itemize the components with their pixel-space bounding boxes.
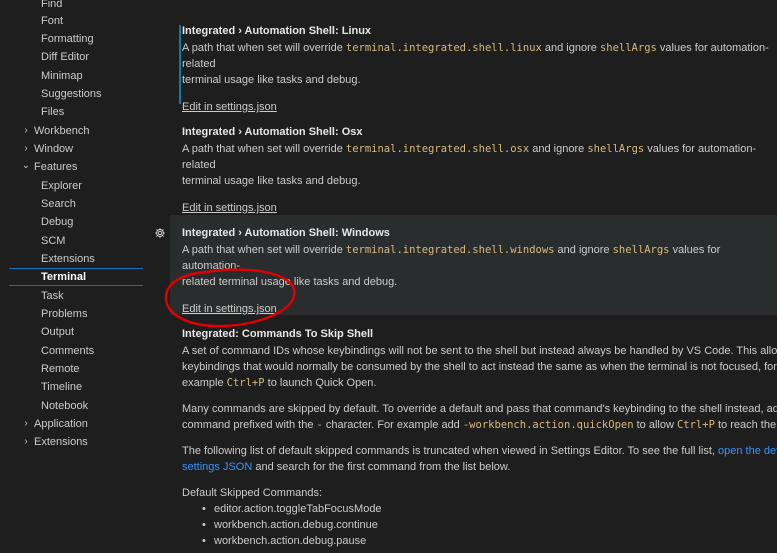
- desc-text: terminal usage like tasks and debug.: [182, 74, 361, 86]
- toc-item-formatting[interactable]: Formatting: [41, 30, 94, 48]
- chevron-right-icon[interactable]: ›: [20, 415, 32, 433]
- open-default-settings-link[interactable]: settings JSON: [182, 461, 252, 473]
- edit-in-settings-json-link[interactable]: Edit in settings.json: [182, 300, 277, 318]
- desc-text: to reach the she: [717, 419, 777, 431]
- desc-text: and search for the first command from th…: [252, 461, 511, 473]
- desc-text: The following list of default skipped co…: [182, 445, 719, 457]
- default-commands-label: Default Skipped Commands:: [182, 487, 323, 499]
- desc-text: character. For example add: [322, 419, 463, 431]
- toc-item-scm[interactable]: SCM: [41, 232, 65, 250]
- chevron-right-icon[interactable]: ›: [20, 140, 32, 158]
- setting-category: Integrated › Automation Shell:: [182, 227, 342, 239]
- setting-title: Integrated: Commands To Skip Shell: [182, 325, 777, 343]
- settings-toc: Find Font Formatting Diff Editor Minimap…: [0, 0, 143, 553]
- toc-item-timeline[interactable]: Timeline: [41, 378, 82, 396]
- desc-text: Many commands are skipped by default. To…: [182, 403, 777, 415]
- desc-text: A set of command IDs whose keybindings w…: [182, 345, 777, 357]
- setting-description: A path that when set will override termi…: [182, 40, 777, 88]
- code-snippet: shellArgs: [587, 143, 645, 155]
- desc-text: A path that when set will override: [182, 244, 346, 256]
- code-snippet: terminal.integrated.shell.windows: [345, 244, 555, 256]
- setting-commands-to-skip-shell: Integrated: Commands To Skip Shell A set…: [170, 325, 777, 553]
- setting-title: Integrated › Automation Shell: Windows: [182, 224, 777, 242]
- setting-description: A path that when set will override termi…: [182, 141, 777, 189]
- code-snippet: terminal.integrated.shell.linux: [345, 42, 542, 54]
- chevron-down-icon[interactable]: ⌄: [20, 157, 32, 175]
- code-snippet: -workbench.action.quickOpen: [462, 419, 634, 431]
- desc-text: A path that when set will override: [182, 42, 346, 54]
- desc-text: A path that when set will override: [182, 143, 346, 155]
- toc-item-notebook[interactable]: Notebook: [41, 397, 88, 415]
- toc-item-suggestions[interactable]: Suggestions: [41, 85, 102, 103]
- toc-item-window[interactable]: Window: [34, 140, 73, 158]
- toc-item-search[interactable]: Search: [41, 195, 76, 213]
- setting-category: Integrated › Automation Shell:: [182, 126, 342, 138]
- setting-category: Integrated:: [182, 328, 242, 340]
- setting-name: Commands To Skip Shell: [241, 328, 374, 340]
- toc-item-minimap[interactable]: Minimap: [41, 67, 83, 85]
- toc-item-diff-editor[interactable]: Diff Editor: [41, 48, 89, 66]
- setting-automation-shell-windows[interactable]: Integrated › Automation Shell: Windows A…: [170, 215, 777, 315]
- setting-description: A path that when set will override termi…: [182, 242, 777, 290]
- desc-text: command prefixed with the: [182, 419, 317, 431]
- code-snippet: Ctrl+P: [226, 377, 265, 389]
- code-snippet: Ctrl+P: [676, 419, 715, 431]
- toc-item-comments[interactable]: Comments: [41, 342, 94, 360]
- toc-item-extensions-group[interactable]: Extensions: [34, 433, 88, 451]
- chevron-right-icon[interactable]: ›: [20, 433, 32, 451]
- list-item: editor.action.toggleTabFocusMode: [202, 501, 777, 517]
- toc-item-application[interactable]: Application: [34, 415, 88, 433]
- toc-item-files[interactable]: Files: [41, 103, 64, 121]
- setting-name: Linux: [341, 25, 372, 37]
- desc-text: to launch Quick Open.: [264, 377, 377, 389]
- code-snippet: terminal.integrated.shell.osx: [345, 143, 530, 155]
- desc-text: related terminal usage like tasks and de…: [182, 276, 398, 288]
- edit-in-settings-json-link[interactable]: Edit in settings.json: [182, 98, 277, 116]
- toc-item-problems[interactable]: Problems: [41, 305, 87, 323]
- setting-name: Windows: [341, 227, 390, 239]
- toc-item-remote[interactable]: Remote: [41, 360, 80, 378]
- desc-text: terminal usage like tasks and debug.: [182, 175, 361, 187]
- setting-description: A set of command IDs whose keybindings w…: [182, 343, 777, 549]
- desc-text: and ignore: [529, 143, 588, 155]
- list-item: workbench.action.debug.continue: [202, 517, 777, 533]
- chevron-right-icon[interactable]: ›: [20, 122, 32, 140]
- toc-item-font[interactable]: Font: [41, 12, 63, 30]
- toc-item-output[interactable]: Output: [41, 323, 74, 341]
- toc-item-terminal[interactable]: Terminal: [41, 268, 86, 286]
- desc-text: and ignore: [541, 42, 600, 54]
- desc-text: keybindings that would normally be consu…: [182, 361, 777, 373]
- toc-item-explorer[interactable]: Explorer: [41, 177, 82, 195]
- toc-item-features[interactable]: Features: [34, 158, 77, 176]
- setting-category: Integrated › Automation Shell:: [182, 25, 342, 37]
- desc-text: example: [182, 377, 227, 389]
- open-default-settings-link[interactable]: open the defa: [718, 445, 777, 457]
- code-snippet: shellArgs: [612, 244, 670, 256]
- setting-automation-shell-linux: Integrated › Automation Shell: Linux A p…: [170, 22, 777, 113]
- list-item: workbench.action.debug.pause: [202, 533, 777, 549]
- default-commands-list: editor.action.toggleTabFocusMode workben…: [202, 501, 777, 549]
- toc-item-task[interactable]: Task: [41, 287, 64, 305]
- desc-text: and ignore: [554, 244, 613, 256]
- setting-automation-shell-osx: Integrated › Automation Shell: Osx A pat…: [170, 123, 777, 214]
- setting-title: Integrated › Automation Shell: Linux: [182, 22, 777, 40]
- settings-list: Integrated › Automation Shell: Linux A p…: [143, 0, 777, 553]
- setting-name: Osx: [341, 126, 363, 138]
- setting-title: Integrated › Automation Shell: Osx: [182, 123, 777, 141]
- desc-text: to allow: [633, 419, 677, 431]
- toc-item-debug[interactable]: Debug: [41, 213, 73, 231]
- toc-item-extensions[interactable]: Extensions: [41, 250, 95, 268]
- code-snippet: shellArgs: [599, 42, 657, 54]
- toc-item-workbench[interactable]: Workbench: [34, 122, 89, 140]
- gear-icon[interactable]: [154, 227, 166, 239]
